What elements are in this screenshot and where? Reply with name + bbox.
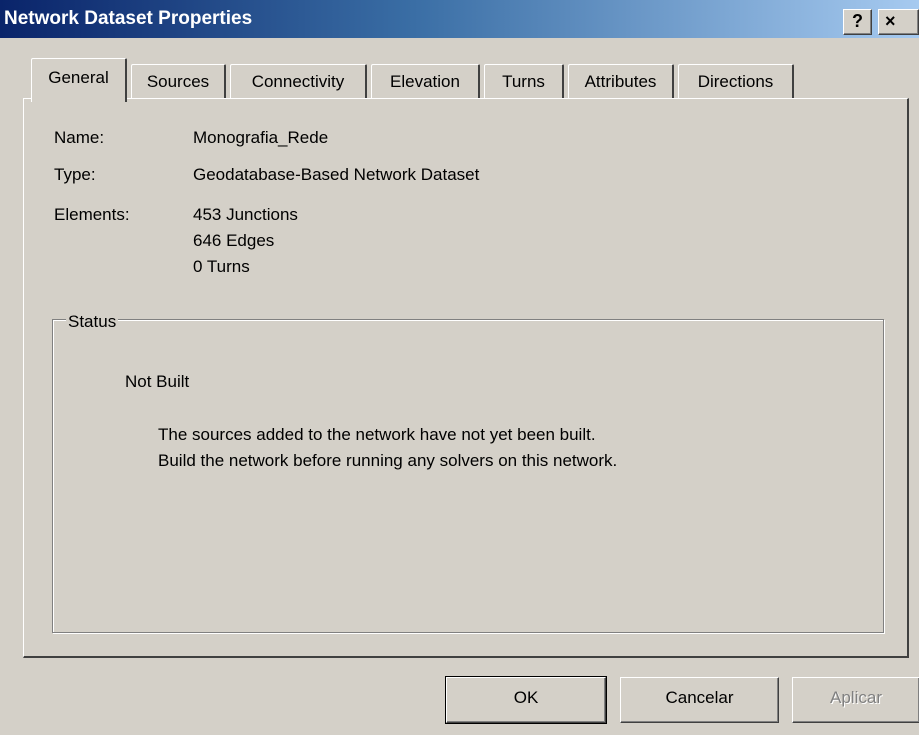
tab-turns[interactable]: Turns: [484, 64, 564, 100]
tab-connectivity[interactable]: Connectivity: [230, 64, 367, 100]
turns-count: 0 Turns: [193, 257, 250, 276]
title-bar[interactable]: Network Dataset Properties ? ×: [0, 0, 919, 38]
window-title: Network Dataset Properties: [4, 8, 253, 29]
status-message-line1: The sources added to the network have no…: [158, 425, 596, 444]
tab-directions[interactable]: Directions: [678, 64, 794, 100]
tab-elevation[interactable]: Elevation: [371, 64, 480, 100]
apply-button[interactable]: Aplicar: [792, 677, 919, 723]
tab-general[interactable]: General: [31, 58, 127, 102]
tab-sources[interactable]: Sources: [131, 64, 226, 100]
tab-attributes[interactable]: Attributes: [568, 64, 674, 100]
name-value: Monografia_Rede: [193, 128, 329, 147]
type-value: Geodatabase-Based Network Dataset: [193, 165, 480, 184]
help-button[interactable]: ?: [843, 9, 872, 35]
junctions-count: 453 Junctions: [193, 205, 298, 224]
close-button[interactable]: ×: [878, 9, 919, 35]
elements-label: Elements:: [54, 205, 130, 224]
name-label: Name:: [54, 128, 105, 147]
ok-button[interactable]: OK: [445, 676, 607, 724]
status-groupbox: [52, 319, 884, 633]
status-group-label: Status: [66, 312, 119, 332]
status-state: Not Built: [125, 372, 190, 391]
type-label: Type:: [54, 165, 96, 184]
edges-count: 646 Edges: [193, 231, 275, 250]
status-message-line2: Build the network before running any sol…: [158, 451, 618, 470]
cancel-button[interactable]: Cancelar: [620, 677, 779, 723]
